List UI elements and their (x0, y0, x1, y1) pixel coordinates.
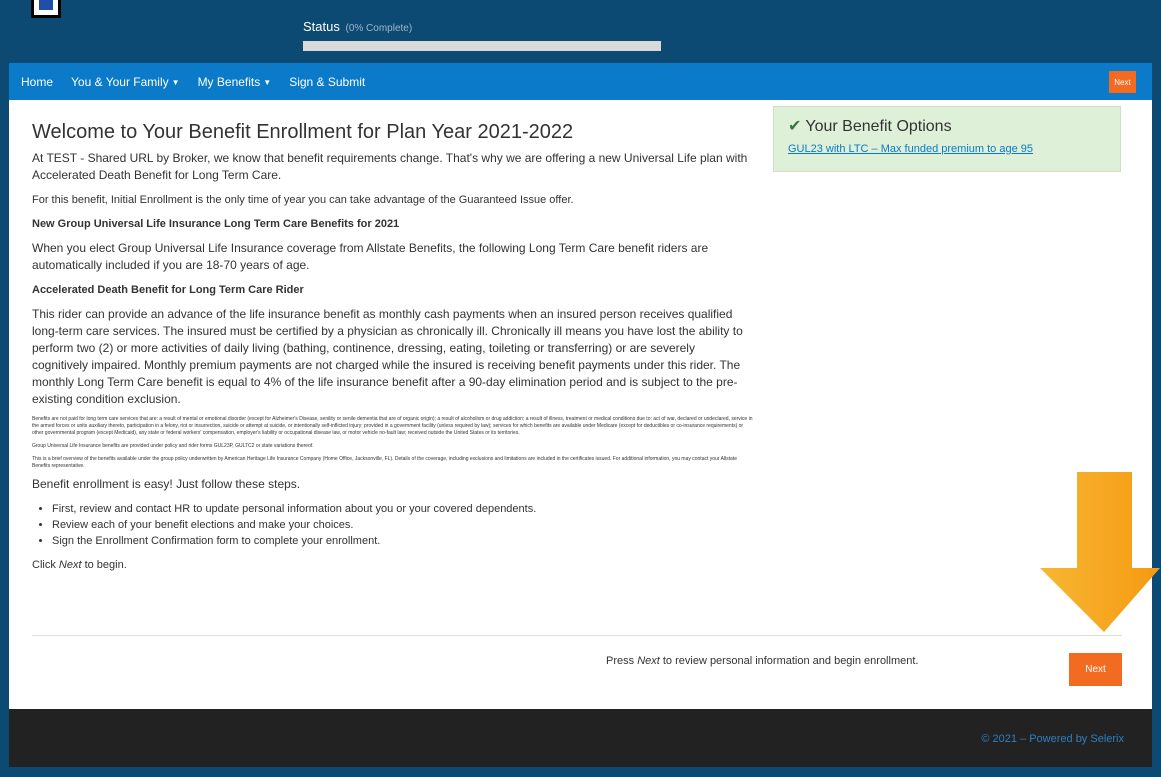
benefit-options-panel: ✔ Your Benefit Options GUL23 with LTC – M… (773, 106, 1121, 172)
easy-steps-intro: Benefit enrollment is easy! Just follow … (32, 477, 301, 491)
gul-description: When you elect Group Universal Life Insu… (32, 241, 709, 272)
nav-you-and-family-label: You & Your Family (71, 74, 169, 89)
click-next-em: Next (58, 559, 82, 571)
benefit-options-title: ✔ Your Benefit Options (788, 117, 1106, 137)
nav-home[interactable]: Home (21, 75, 53, 89)
step-item: Review each of your benefit elections an… (52, 517, 754, 533)
instr-suffix: to review personal information and begin… (659, 655, 919, 667)
instr-next-em: Next (637, 655, 660, 667)
rider-description: This rider can provide an advance of the… (32, 307, 743, 406)
status-text: Status (303, 19, 340, 34)
nav-my-benefits-label: My Benefits (197, 74, 261, 89)
nav-my-benefits[interactable]: My Benefits ▼ (198, 75, 272, 89)
nav-you-and-family[interactable]: You & Your Family ▼ (71, 75, 180, 89)
benefit-options-title-text: Your Benefit Options (805, 118, 952, 135)
content-panel: Welcome to Your Benefit Enrollment for P… (9, 100, 1152, 709)
enrollment-steps-list: First, review and contact HR to update p… (32, 501, 754, 549)
welcome-section: Welcome to Your Benefit Enrollment for P… (32, 118, 754, 581)
divider (32, 635, 1122, 636)
exclusions-fine-print: Benefits are not paid for long term care… (32, 416, 753, 436)
step-item: Sign the Enrollment Confirmation form to… (52, 533, 754, 549)
intro-text: At TEST - Shared URL by Broker, we know … (32, 151, 748, 182)
nav-next-button[interactable]: Next (1109, 71, 1136, 93)
company-logo (31, 0, 61, 18)
main-navbar: Home You & Your Family ▼ My Benefits ▼ Sig… (9, 63, 1152, 100)
overview-fine-print: This is a brief overview of the benefits… (32, 456, 737, 469)
page-footer: © 2021 – Powered by Selerix (9, 709, 1152, 767)
top-header: Status (0% Complete) (9, 0, 1152, 63)
nav-sign-submit[interactable]: Sign & Submit (289, 75, 365, 89)
section-heading-gul: New Group Universal Life Insurance Long … (32, 218, 400, 230)
instr-prefix: Press (606, 655, 638, 667)
step-item: First, review and contact HR to update p… (52, 501, 754, 517)
page-title: Welcome to Your Benefit Enrollment for P… (32, 121, 574, 143)
next-button[interactable]: Next (1069, 653, 1122, 686)
next-instruction-text: Press Next to review personal informatio… (606, 655, 918, 667)
caret-down-icon: ▼ (171, 77, 180, 87)
caret-down-icon: ▼ (263, 77, 272, 87)
status-percent: (0% Complete) (345, 23, 413, 34)
section-heading-rider: Accelerated Death Benefit for Long Term … (32, 284, 304, 296)
click-next-text: Click Next to begin. (32, 557, 754, 573)
copyright-text: © 2021 – Powered by Selerix (981, 733, 1124, 745)
click-suffix: to begin. (81, 559, 127, 571)
click-prefix: Click (32, 559, 59, 571)
arrow-down-icon (1040, 472, 1160, 632)
initial-enrollment-text: For this benefit, Initial Enrollment is … (32, 194, 574, 206)
checkmark-icon: ✔ (788, 118, 802, 135)
status-label: Status (0% Complete) (303, 19, 412, 34)
progress-bar (303, 41, 661, 51)
policy-forms-fine-print: Group Universal Life Insurance benefits … (32, 443, 314, 449)
benefit-option-link[interactable]: GUL23 with LTC – Max funded premium to a… (788, 143, 1106, 155)
